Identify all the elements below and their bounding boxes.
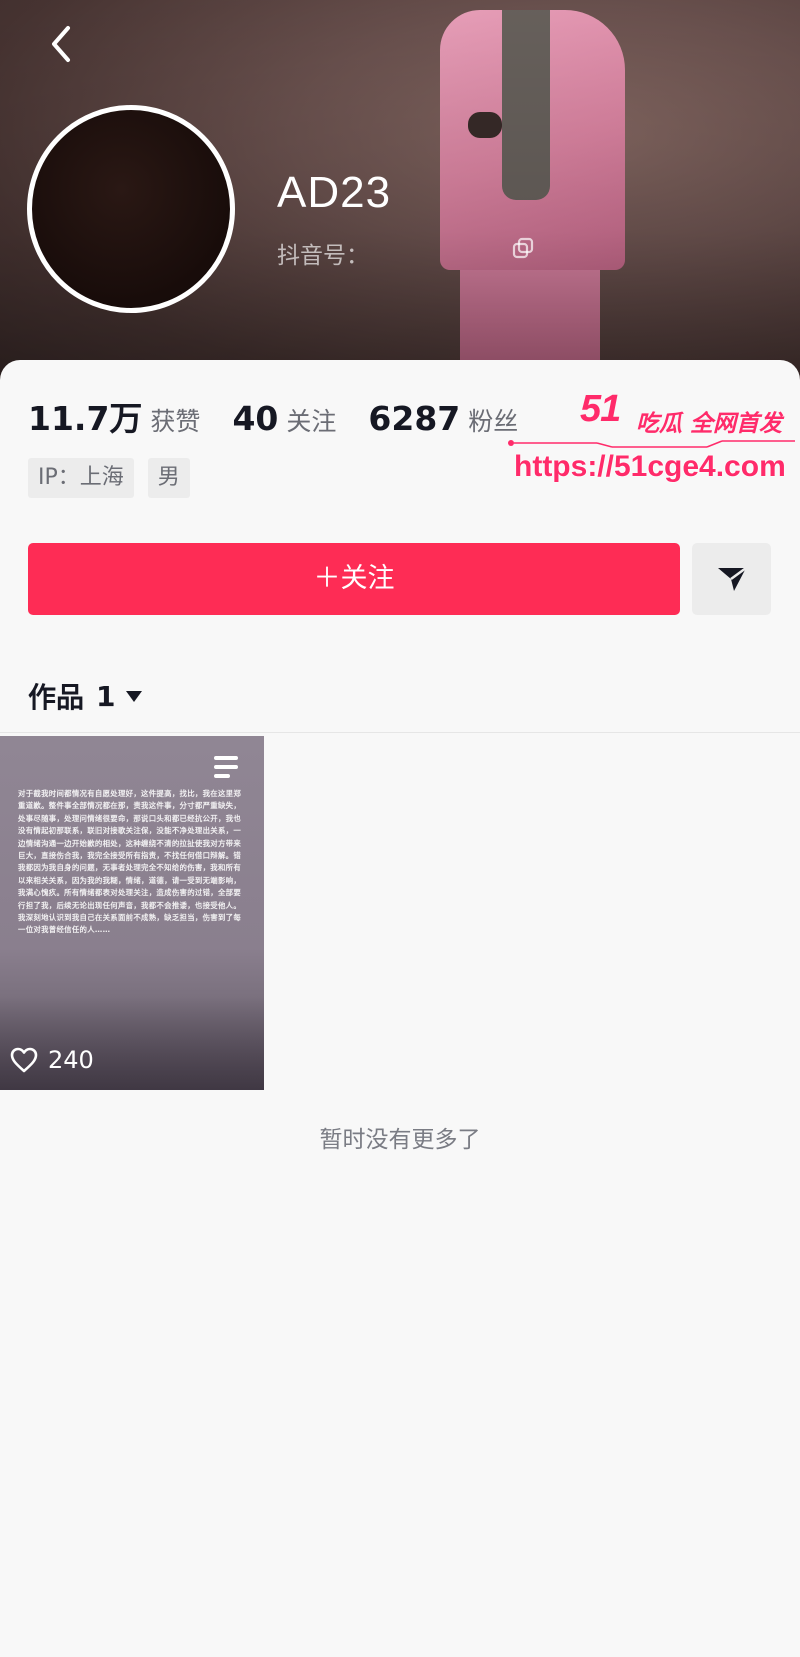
heart-icon (10, 1047, 38, 1073)
stat-followers[interactable]: 6287 粉丝 (368, 399, 518, 438)
profile-banner: AD23 抖音号： (0, 0, 800, 385)
tag-gender: 男 (147, 458, 190, 498)
tab-works[interactable]: 作品 1 (28, 676, 142, 716)
follow-button[interactable]: ＋关注 (28, 543, 680, 615)
send-icon (717, 566, 747, 591)
stat-likes[interactable]: 11.7万 获赞 (28, 392, 200, 440)
video-text-preview: 对于截我时间都情况有自愿处理好，这件提高，找比，我在这里郑重道歉。整件事全部情况… (18, 789, 242, 935)
tag-ip-location: IP：上海 (28, 458, 134, 498)
likes-count: 240 (48, 1046, 94, 1074)
works-label: 作品 (28, 681, 85, 714)
share-button[interactable] (692, 543, 771, 615)
no-more-text: 暂时没有更多了 (319, 1127, 481, 1153)
watermark-line (508, 440, 795, 448)
text-post-icon (214, 756, 238, 778)
avatar[interactable] (27, 105, 235, 313)
watermark-brand-text: 吃瓜 全网首发 (636, 411, 783, 437)
stat-label: 获赞 (150, 407, 201, 436)
profile-stats: 11.7万 获赞 40 关注 6287 粉丝 (28, 392, 550, 442)
watermark-brand-number: 51 (580, 388, 621, 430)
chevron-left-icon (52, 26, 70, 62)
works-count: 1 (96, 679, 116, 713)
video-thumbnail[interactable]: 对于截我时间都情况有自愿处理好，这件提高，找比，我在这里郑重道歉。整件事全部情况… (0, 736, 264, 1090)
username: AD23 (277, 168, 392, 217)
copy-icon[interactable] (512, 237, 534, 259)
profile-tags: IP：上海 男 (28, 458, 204, 498)
video-likes: 240 (10, 1046, 94, 1074)
stat-label: 粉丝 (468, 407, 519, 436)
watermark-url: https://51cge4.com (514, 450, 786, 483)
profile-card: 11.7万 获赞 40 关注 6287 粉丝 IP：上海 男 ＋关注 作品 1 (0, 360, 800, 1657)
divider (0, 732, 800, 733)
stat-value: 11.7万 (28, 399, 143, 438)
stat-value: 6287 (368, 399, 461, 438)
douyin-id-label: 抖音号： (277, 243, 369, 269)
stat-label: 关注 (286, 407, 337, 436)
back-button[interactable] (38, 20, 86, 68)
caret-down-icon (125, 690, 142, 702)
stat-following[interactable]: 40 关注 (232, 399, 336, 438)
stat-value: 40 (232, 399, 279, 438)
